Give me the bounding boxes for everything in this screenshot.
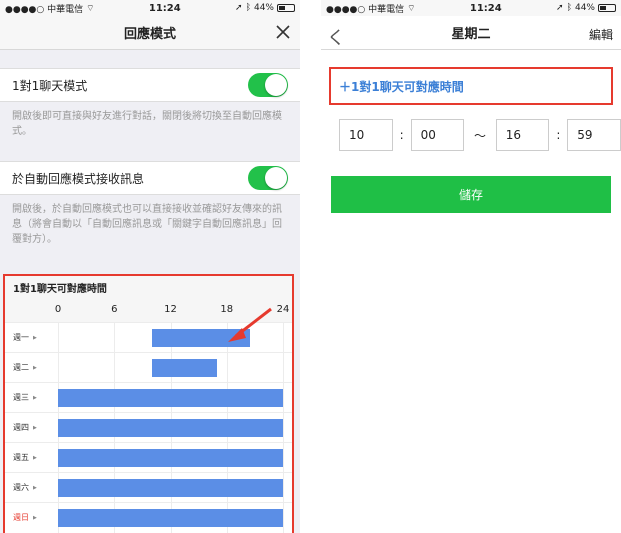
day-label: 週一 ▶ [13,332,37,343]
battery-percent: 44% [253,3,274,13]
expand-triangle-icon: ▶ [33,364,37,371]
edit-button[interactable]: 編輯 [589,26,613,43]
clock: 11:24 [469,2,502,14]
day-label: 週二 ▶ [13,362,37,373]
availability-bar[interactable] [151,359,218,377]
expand-triangle-icon: ▶ [33,454,37,461]
day-label: 週四 ▶ [13,422,37,433]
clock: 11:24 [148,2,181,14]
left-screen: ●●●●○ 中華電信 ⌔ 11:24 ➚ ᛒ 44% 回應模式 1對1聊天模式 開啟後… [0,0,300,533]
auto-receive-toggle[interactable] [248,166,288,190]
expand-triangle-icon: ▶ [33,484,37,491]
availability-bar[interactable] [58,419,283,437]
right-screen: ●●●●○ 中華電信 ⌔ 11:24 ➚ ᛒ 44% く 星期二 編輯 ＋1對1聊天可… [321,0,621,533]
expand-triangle-icon: ▶ [33,514,37,521]
auto-receive-label: 於自動回應模式接收訊息 [12,171,145,186]
page-title: 星期二 [451,27,491,42]
day-label: 週六 ▶ [13,482,37,493]
day-label-text: 週六 [13,483,29,492]
day-label-text: 週一 [13,333,29,342]
auto-receive-description: 開啟後，於自動回應模式也可以直接接收並確認好友傳來的訊息（將會自動以「自動回應訊… [12,204,282,245]
chat-mode-row: 1對1聊天模式 [0,68,300,102]
back-chevron-icon[interactable]: く [327,24,345,50]
battery-icon [276,4,295,12]
day-label: 週五 ▶ [13,452,37,463]
day-row[interactable]: 週五 ▶ [5,442,292,472]
day-label-text: 週日 [13,513,29,522]
add-time-button[interactable]: ＋1對1聊天可對應時間 [329,67,613,105]
bluetooth-icon: ᛒ [566,3,572,13]
chat-mode-description: 開啟後即可直接與好友進行對話，關閉後將切換至自動回應模式。 [12,111,282,137]
wifi-icon: ⌔ [86,3,95,14]
nav-bar: 回應模式 [0,16,300,50]
availability-bar[interactable] [58,389,283,407]
end-minute-field[interactable]: 59 [567,119,621,151]
colon-separator: : [399,128,404,142]
nav-bar-right: く 星期二 編輯 [321,16,621,50]
location-icon: ➚ [556,3,564,13]
availability-bar[interactable] [58,509,283,527]
carrier-label: ●●●●○ 中華電信 [5,4,84,15]
status-bar: ●●●●○ 中華電信 ⌔ 11:24 ➚ ᛒ 44% [0,0,300,16]
time-range: 10 : 00 ～ 16 : 59 [321,119,621,151]
hour-tick-label: 0 [54,304,62,315]
hour-tick-label: 6 [111,304,118,315]
day-label: 週三 ▶ [13,392,37,403]
bluetooth-icon: ᛒ [245,3,251,13]
range-separator: ～ [474,128,487,143]
availability-bar[interactable] [58,479,283,497]
expand-triangle-icon: ▶ [33,394,37,401]
day-row[interactable]: 週二 ▶ [5,352,292,382]
day-row[interactable]: 週六 ▶ [5,472,292,502]
day-label-text: 週四 [13,423,29,432]
chat-mode-toggle[interactable] [248,73,288,97]
red-arrow-icon [228,307,272,342]
start-hour-field[interactable]: 10 [339,119,393,151]
schedule-title: 1對1聊天可對應時間 [5,276,292,296]
status-bar-right: ●●●●○ 中華電信 ⌔ 11:24 ➚ ᛒ 44% [321,0,621,16]
availability-bar[interactable] [58,449,283,467]
carrier-label: ●●●●○ 中華電信 [326,4,405,15]
expand-triangle-icon: ▶ [33,334,37,341]
schedule-grid: 週一 ▶ 週二 ▶ 週三 ▶ 週四 ▶ 週五 ▶ 週六 ▶ 週日 ▶ [5,322,292,533]
save-button[interactable]: 儲存 [331,176,611,213]
hour-tick-label: 24 [276,304,290,315]
end-hour-field[interactable]: 16 [495,119,550,151]
wifi-icon: ⌔ [407,3,416,14]
battery-percent: 44% [574,3,595,13]
expand-triangle-icon: ▶ [33,424,37,431]
day-row[interactable]: 週四 ▶ [5,412,292,442]
colon-separator: : [556,128,561,142]
start-minute-field[interactable]: 00 [410,119,465,151]
day-row[interactable]: 週三 ▶ [5,382,292,412]
close-icon[interactable] [274,23,292,41]
chat-mode-label: 1對1聊天模式 [12,78,88,93]
location-icon: ➚ [235,3,243,13]
auto-receive-row: 於自動回應模式接收訊息 [0,161,300,195]
day-label-text: 週五 [13,453,29,462]
day-label-text: 週二 [13,363,29,372]
day-label: 週日 ▶ [13,512,37,523]
day-row[interactable]: 週日 ▶ [5,502,292,532]
page-title: 回應模式 [123,27,176,42]
day-label-text: 週三 [13,393,29,402]
hour-tick-label: 12 [164,304,177,315]
battery-icon [597,4,616,12]
